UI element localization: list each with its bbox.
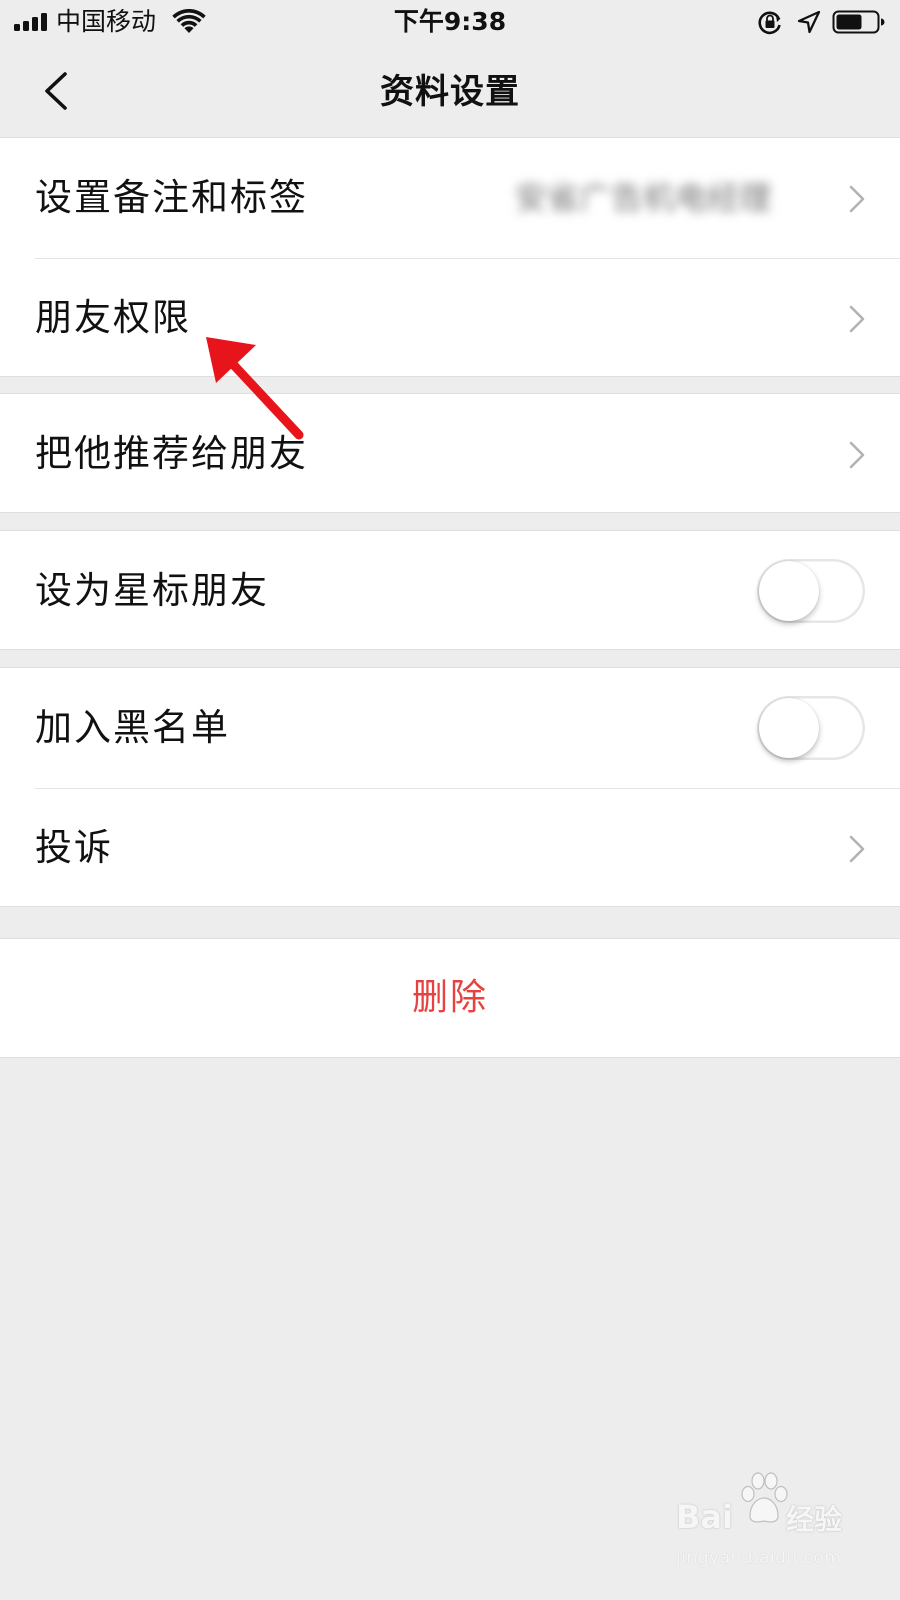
chevron-right-icon (849, 835, 865, 863)
baidu-paw-icon (741, 1472, 788, 1523)
report-label: 投诉 (35, 826, 113, 869)
battery-icon (832, 10, 885, 34)
baidu-jingyan-watermark: Bai 经验 jingyan.baidu.com (676, 1450, 876, 1575)
watermark-url: jingyan.baidu.com (676, 1548, 842, 1568)
settings-group-recommend: 把他推荐给朋友 (0, 393, 900, 513)
toggle-knob (759, 561, 819, 621)
status-bar: 中国移动 下午9:38 (0, 0, 900, 46)
location-arrow-icon (797, 10, 821, 34)
chevron-right-icon (849, 185, 865, 213)
watermark-jingyan: 经验 (786, 1503, 843, 1536)
chevron-right-icon (849, 305, 865, 333)
star-friend-toggle[interactable] (757, 559, 865, 623)
star-friend-label: 设为星标朋友 (35, 569, 269, 612)
remark-value-blurred: 安省广告机电经理 (515, 179, 772, 217)
friend-permissions-row[interactable]: 朋友权限 (0, 258, 900, 378)
delete-button[interactable]: 删除 (0, 939, 900, 1057)
set-remark-and-tags-label: 设置备注和标签 (35, 176, 308, 219)
settings-group-star: 设为星标朋友 (0, 530, 900, 650)
add-to-blacklist-label: 加入黑名单 (35, 706, 230, 749)
friend-permissions-label: 朋友权限 (35, 296, 191, 339)
add-to-blacklist-row: 加入黑名单 (0, 668, 900, 788)
set-remark-and-tags-row[interactable]: 设置备注和标签 安省广告机电经理 (0, 138, 900, 258)
star-friend-row: 设为星标朋友 (0, 531, 900, 651)
page-title: 资料设置 (380, 72, 520, 112)
settings-group-block: 加入黑名单 投诉 (0, 667, 900, 907)
report-row[interactable]: 投诉 (0, 788, 900, 908)
watermark-brand: Bai (676, 1498, 733, 1536)
red-arrow-icon (206, 337, 304, 440)
blacklist-toggle[interactable] (757, 696, 865, 760)
toggle-knob (759, 698, 819, 758)
chevron-right-icon (849, 441, 865, 469)
navigation-bar: 资料设置 (0, 46, 900, 138)
orientation-lock-icon (758, 11, 781, 35)
delete-group: 删除 (0, 938, 900, 1058)
settings-group-remark: 设置备注和标签 安省广告机电经理 朋友权限 (0, 137, 900, 377)
recommend-to-friends-row[interactable]: 把他推荐给朋友 (0, 394, 900, 514)
